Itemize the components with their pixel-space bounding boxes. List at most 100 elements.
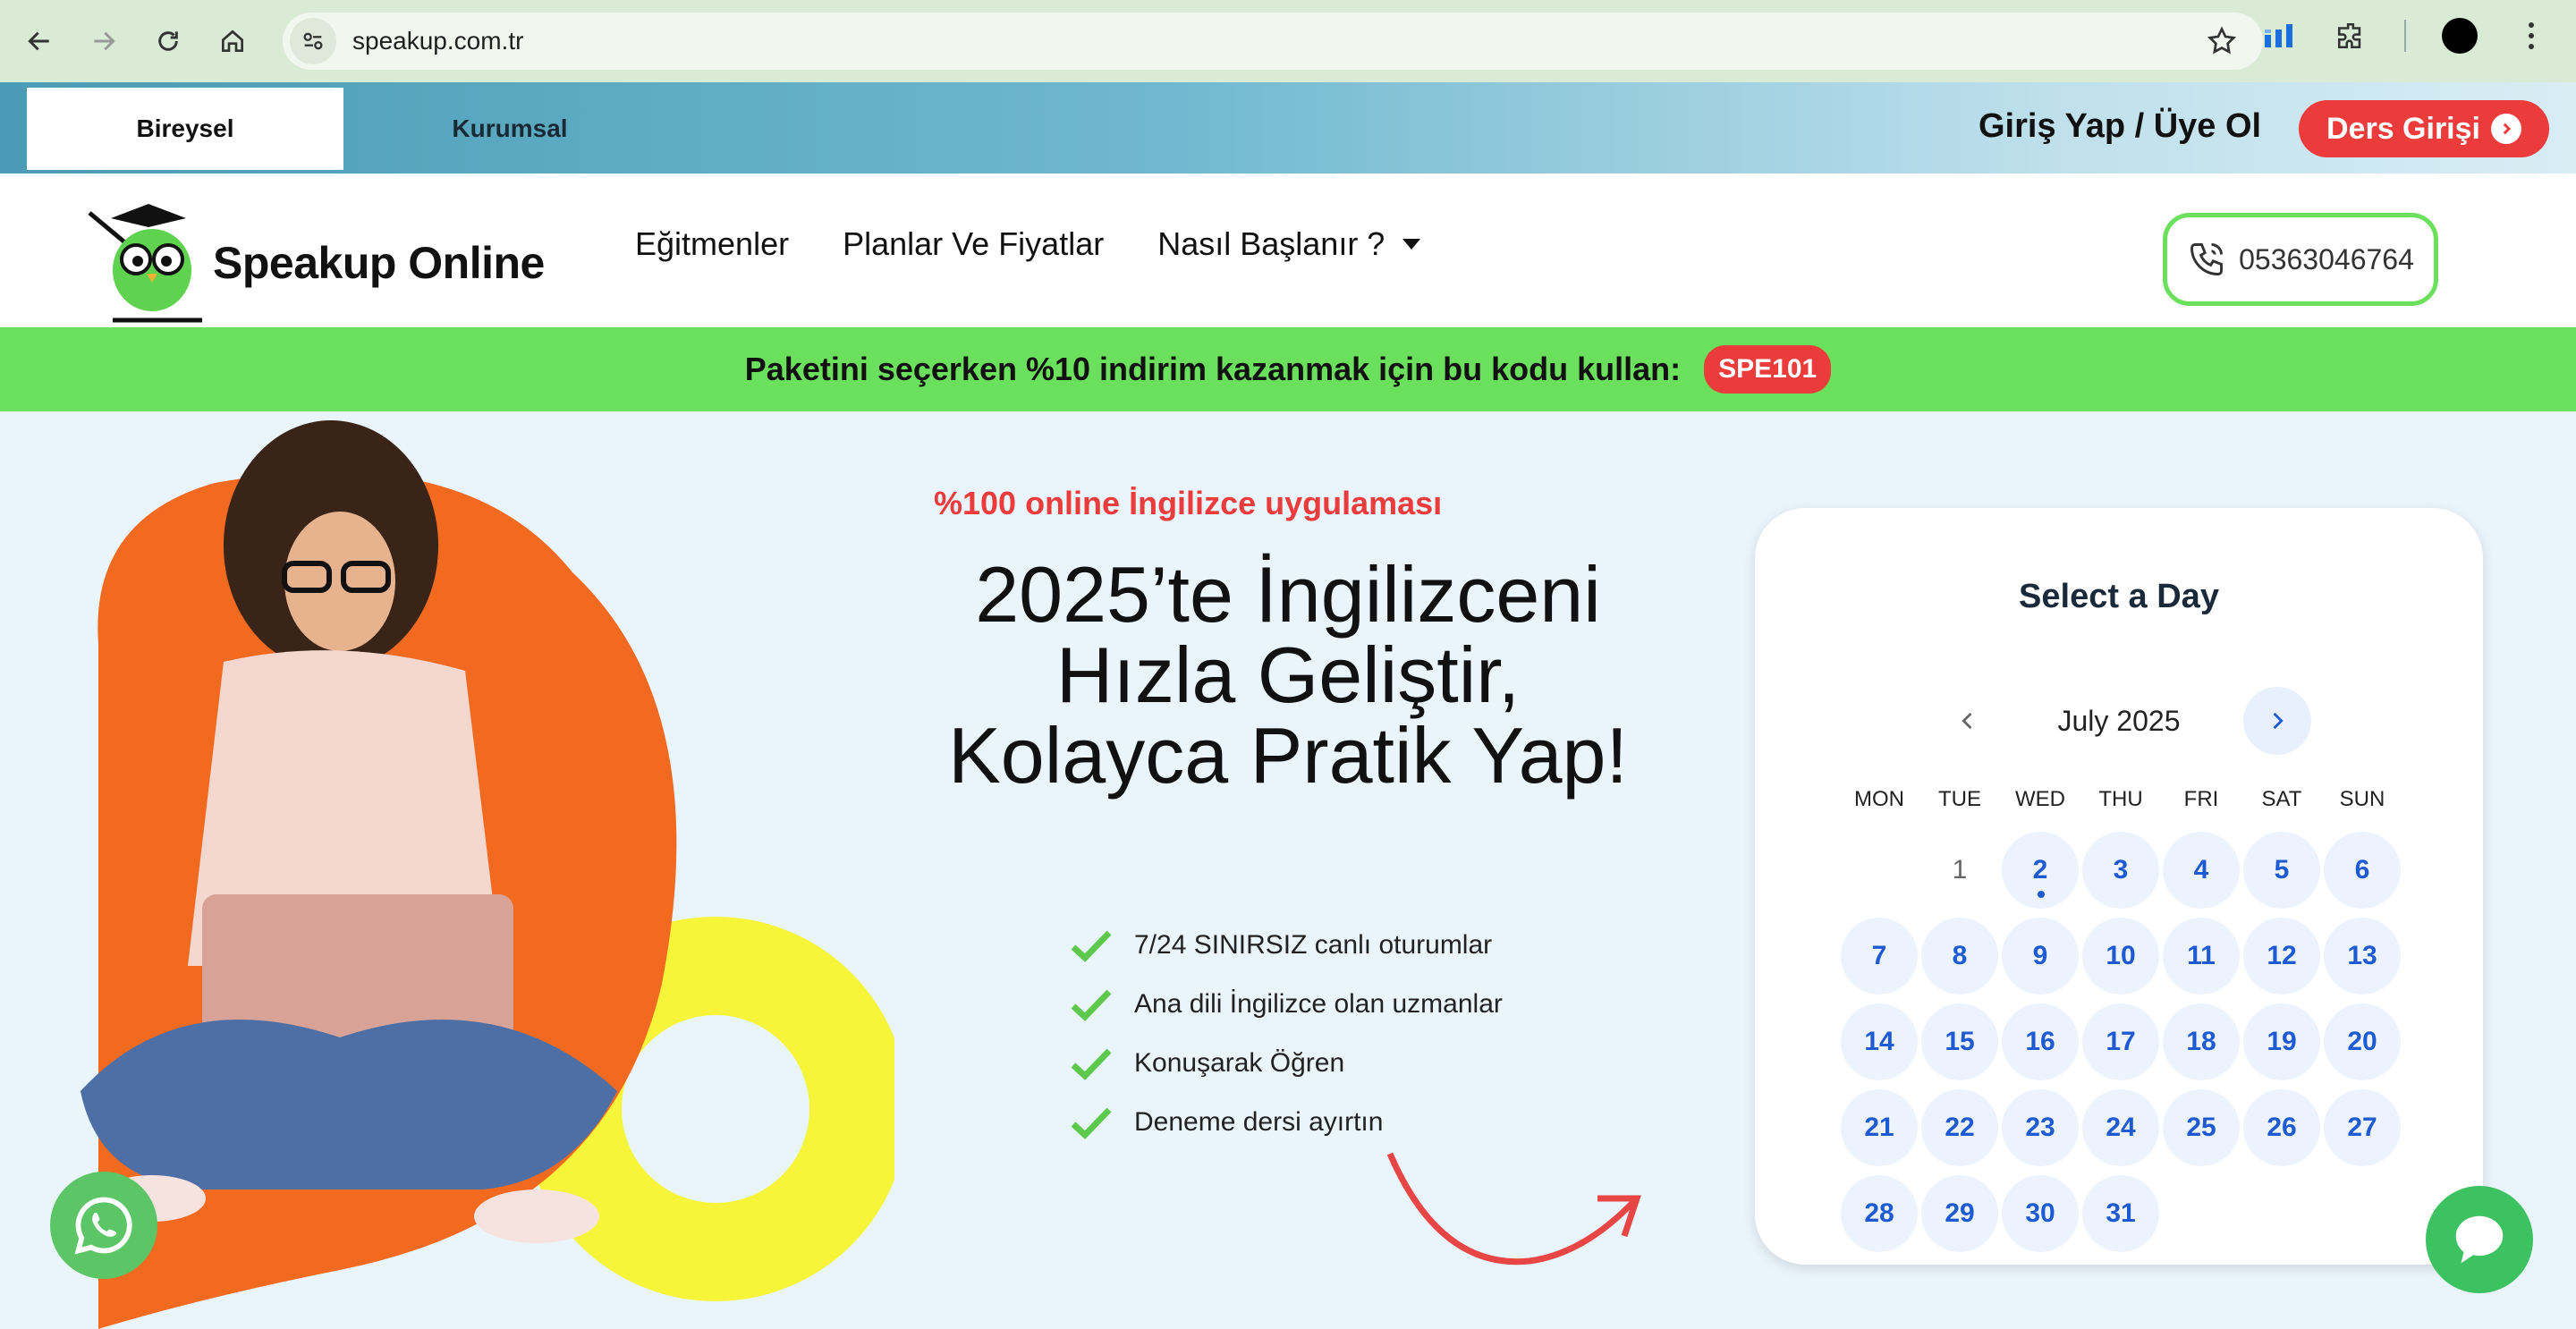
- calendar-day[interactable]: 8: [1921, 918, 1998, 995]
- weekday-header: MON TUE WED THU FRI SAT SUN: [1839, 787, 2402, 812]
- calendar-day[interactable]: 30: [2002, 1175, 2079, 1252]
- address-bar[interactable]: speakup.com.tr: [283, 13, 2263, 70]
- check-icon: [1071, 930, 1112, 962]
- calendar-day[interactable]: 9: [2002, 918, 2079, 995]
- phone-number: 05363046764: [2239, 242, 2414, 275]
- main-menu: Eğitmenler Planlar Ve Fiyatlar Nasıl Baş…: [635, 225, 1421, 263]
- next-month-button[interactable]: [2243, 687, 2311, 755]
- site-settings-icon[interactable]: [290, 18, 336, 64]
- calendar-day-past: 1: [1952, 855, 1968, 885]
- promo-text: Paketini seçerken %10 indirim kazanmak i…: [744, 351, 1682, 387]
- calendar-day[interactable]: 11: [2163, 918, 2240, 995]
- menu-instructors[interactable]: Eğitmenler: [635, 225, 789, 263]
- calendar-month: July 2025: [2057, 705, 2181, 737]
- owl-logo-icon: [88, 204, 202, 323]
- whatsapp-icon: [74, 1197, 132, 1255]
- calendar-day[interactable]: 17: [2082, 1003, 2159, 1080]
- curved-arrow-icon: [1386, 1152, 1641, 1266]
- menu-plans-label: Planlar Ve Fiyatlar: [843, 225, 1105, 262]
- hero-section: %100 online İngilizce uygulaması 2025’te…: [0, 411, 2576, 1329]
- tab-corporate[interactable]: Kurumsal: [376, 88, 644, 170]
- calendar-day[interactable]: 4: [2163, 832, 2240, 909]
- weekday-label: FRI: [2183, 787, 2219, 811]
- promo-code-badge: SPE101: [1704, 345, 1832, 394]
- calendar-day[interactable]: 5: [2243, 832, 2320, 909]
- calendar-day[interactable]: 6: [2324, 832, 2401, 909]
- calendar-day-today[interactable]: 2: [2002, 832, 2079, 909]
- calendar-day[interactable]: 22: [1921, 1089, 1998, 1166]
- calendar-day[interactable]: 7: [1841, 918, 1918, 995]
- calendar-day[interactable]: 19: [2243, 1003, 2320, 1080]
- feature-text: Deneme dersi ayırtın: [1134, 1107, 1384, 1137]
- calendar-day[interactable]: 14: [1841, 1003, 1918, 1080]
- bookmark-star-icon[interactable]: [2206, 25, 2238, 57]
- day-picker-card: Select a Day July 2025 MON TUE WED THU F…: [1755, 508, 2483, 1265]
- menu-plans[interactable]: Planlar Ve Fiyatlar: [843, 225, 1104, 263]
- calendar-day[interactable]: 31: [2082, 1175, 2159, 1252]
- toolbar-divider: [2404, 20, 2406, 52]
- calendar-day[interactable]: 12: [2243, 918, 2320, 995]
- feature-text: Ana dili İngilizce olan uzmanlar: [1134, 989, 1503, 1019]
- more-menu-icon[interactable]: [2513, 18, 2549, 54]
- calendar-day[interactable]: 29: [1921, 1175, 1998, 1252]
- calendar-empty-cell: [1841, 832, 1918, 909]
- hero-subtitle: %100 online İngilizce uygulaması: [934, 485, 1443, 521]
- calendar-day[interactable]: 26: [2243, 1089, 2320, 1166]
- logo-text: Speakup Online: [213, 238, 545, 288]
- hero-title: 2025’te İngilizceni Hızla Geliştir, Kola…: [948, 550, 1628, 800]
- menu-how-to-start[interactable]: Nasıl Başlanır ?: [1157, 225, 1421, 263]
- tab-individual[interactable]: Bireysel: [27, 88, 343, 170]
- calendar-day[interactable]: 27: [2324, 1089, 2401, 1166]
- back-icon[interactable]: [14, 16, 64, 66]
- weekday-label: MON: [1854, 787, 1904, 811]
- analytics-extension-icon[interactable]: [2261, 18, 2297, 54]
- url-text: speakup.com.tr: [352, 27, 524, 55]
- calendar-days-grid: 1 2 3 4 5 6 7 8 9 10 11 12 13 14 15 16 1…: [1839, 832, 2402, 1261]
- profile-avatar[interactable]: [2442, 18, 2478, 54]
- forward-icon[interactable]: [79, 16, 129, 66]
- calendar-day[interactable]: 13: [2324, 918, 2401, 995]
- home-icon[interactable]: [208, 16, 258, 66]
- feature-item: 7/24 SINIRSIZ canlı oturumlar: [1070, 916, 1503, 975]
- caret-down-icon: [1402, 239, 1421, 250]
- calendar-day[interactable]: 24: [2082, 1089, 2159, 1166]
- lesson-login-button[interactable]: Ders Girişi: [2299, 100, 2549, 157]
- chat-bubble-icon: [2455, 1215, 2504, 1264]
- calendar-day[interactable]: 21: [1841, 1089, 1918, 1166]
- calendar-day[interactable]: 23: [2002, 1089, 2079, 1166]
- calendar-day[interactable]: 16: [2002, 1003, 2079, 1080]
- day-number: 2: [2032, 855, 2048, 885]
- phone-button[interactable]: 05363046764: [2163, 213, 2438, 306]
- reload-icon[interactable]: [143, 16, 193, 66]
- feature-text: Konuşarak Öğren: [1134, 1048, 1345, 1078]
- live-chat-button[interactable]: [2426, 1186, 2533, 1293]
- feature-list: 7/24 SINIRSIZ canlı oturumlar Ana dili İ…: [1070, 916, 1503, 1152]
- main-header: Speakup Online Eğitmenler Planlar Ve Fiy…: [0, 174, 2576, 327]
- weekday-label: WED: [2015, 787, 2065, 811]
- calendar-day[interactable]: 20: [2324, 1003, 2401, 1080]
- calendar-title: Select a Day: [2019, 578, 2219, 615]
- account-bar: Bireysel Kurumsal Giriş Yap / Üye Ol Der…: [0, 82, 2576, 174]
- calendar-day[interactable]: 15: [1921, 1003, 1998, 1080]
- browser-toolbar: speakup.com.tr: [0, 0, 2576, 82]
- chevron-right-icon: [2490, 114, 2521, 144]
- promo-banner: Paketini seçerken %10 indirim kazanmak i…: [0, 327, 2576, 411]
- extensions-area: [2261, 18, 2549, 54]
- puzzle-extensions-icon[interactable]: [2333, 18, 2368, 54]
- check-icon: [1071, 1048, 1112, 1080]
- phone-icon: [2190, 243, 2224, 275]
- calendar-day[interactable]: 28: [1841, 1175, 1918, 1252]
- check-icon: [1071, 1107, 1112, 1139]
- calendar-day[interactable]: 3: [2082, 832, 2159, 909]
- calendar-day[interactable]: 25: [2163, 1089, 2240, 1166]
- check-icon: [1071, 989, 1112, 1021]
- weekday-label: THU: [2098, 787, 2143, 811]
- whatsapp-button[interactable]: [50, 1172, 157, 1279]
- site-logo[interactable]: Speakup Online: [86, 200, 545, 326]
- weekday-label: TUE: [1938, 787, 1981, 811]
- weekday-label: SAT: [2261, 787, 2302, 811]
- login-register-link[interactable]: Giriş Yap / Üye Ol: [1979, 107, 2261, 146]
- chevron-right-icon: [2273, 712, 2284, 730]
- calendar-day[interactable]: 10: [2082, 918, 2159, 995]
- calendar-day[interactable]: 18: [2163, 1003, 2240, 1080]
